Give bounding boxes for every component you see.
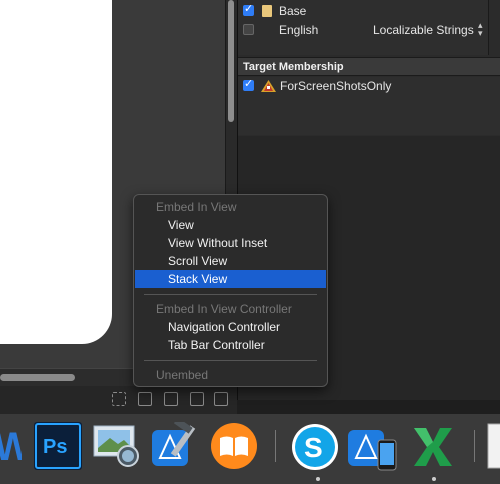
menu-item-tab-bar-controller[interactable]: Tab Bar Controller <box>135 336 326 354</box>
localization-label: Base <box>279 4 307 18</box>
dock-separator <box>474 430 475 462</box>
vertical-scrollbar-thumb[interactable] <box>228 0 234 122</box>
running-indicator <box>432 477 436 481</box>
embed-context-menu: Embed In View View View Without Inset Sc… <box>133 194 328 387</box>
menu-item-view[interactable]: View <box>135 216 326 234</box>
menu-item-scroll-view[interactable]: Scroll View <box>135 252 326 270</box>
target-checkbox[interactable] <box>243 77 254 91</box>
svg-text:Ps: Ps <box>43 436 67 458</box>
menu-item-unembed: Unembed <box>156 368 209 382</box>
device-frame <box>0 0 112 344</box>
menu-item-navigation-controller[interactable]: Navigation Controller <box>135 318 326 336</box>
running-indicator <box>316 477 320 481</box>
svg-text:S: S <box>304 432 323 463</box>
menu-item-stack-view[interactable]: Stack View <box>135 270 326 288</box>
excel-icon[interactable] <box>410 422 456 472</box>
word-icon[interactable]: W <box>0 424 22 468</box>
embed-in-icon[interactable] <box>138 392 152 406</box>
skype-icon[interactable]: S <box>290 422 340 472</box>
update-frames-icon[interactable] <box>112 392 126 406</box>
target-membership-header: Target Membership <box>238 57 500 76</box>
localization-row-base[interactable]: Base <box>238 2 488 20</box>
horizontal-scrollbar-thumb[interactable] <box>0 374 75 381</box>
dock-separator <box>275 430 276 462</box>
ibooks-icon[interactable] <box>210 422 258 470</box>
localization-table: Base English Localizable Strings ▴▾ <box>238 0 488 55</box>
menu-separator <box>144 294 317 295</box>
app-target-icon <box>261 80 276 92</box>
preview-icon[interactable] <box>92 422 144 472</box>
localization-type-popup[interactable]: Localizable Strings <box>373 23 474 37</box>
embed-in-view-controller-header: Embed In View Controller <box>156 302 292 316</box>
simulator-icon[interactable] <box>346 422 400 472</box>
photoshop-icon[interactable]: Ps <box>34 422 82 470</box>
menu-item-view-without-inset[interactable]: View Without Inset <box>135 234 326 252</box>
target-label: ForScreenShotsOnly <box>280 79 392 93</box>
align-icon[interactable] <box>164 392 178 406</box>
chevron-updown-icon[interactable]: ▴ ▾ <box>478 22 483 39</box>
english-checkbox[interactable] <box>243 24 254 35</box>
target-row[interactable]: ForScreenShotsOnly <box>238 77 500 135</box>
embed-in-view-header: Embed In View <box>156 200 237 214</box>
localization-label: English <box>279 23 319 37</box>
svg-text:W: W <box>0 425 22 468</box>
xcode-icon[interactable] <box>150 422 200 472</box>
menu-separator <box>144 360 317 361</box>
table-divider <box>488 0 489 55</box>
pin-icon[interactable] <box>190 392 204 406</box>
base-checkbox[interactable] <box>243 2 254 16</box>
document-icon[interactable] <box>486 422 500 470</box>
file-icon <box>262 5 272 17</box>
localization-row-english[interactable]: English Localizable Strings ▴ ▾ <box>238 21 488 39</box>
resolve-issues-icon[interactable] <box>214 392 228 406</box>
